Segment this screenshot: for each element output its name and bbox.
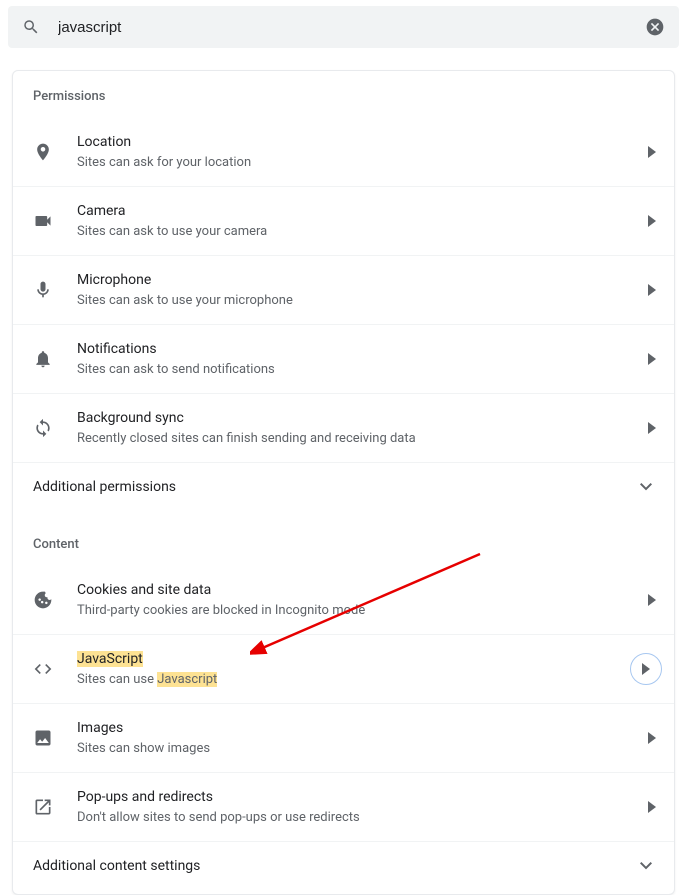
- settings-card: Permissions Location Sites can ask for y…: [12, 70, 675, 895]
- row-subtitle: Recently closed sites can finish sending…: [77, 430, 648, 448]
- row-title: Cookies and site data: [77, 580, 648, 600]
- chevron-down-icon: [640, 862, 652, 870]
- chevron-right-icon: [648, 732, 656, 744]
- row-text: Location Sites can ask for your location: [77, 132, 648, 172]
- highlight: JavaScript: [77, 651, 143, 667]
- chevron-right-icon: [648, 146, 656, 158]
- expander-label: Additional content settings: [33, 858, 200, 874]
- search-input[interactable]: [58, 19, 645, 36]
- row-title: Location: [77, 132, 648, 152]
- row-title: Camera: [77, 201, 648, 221]
- setting-row-notifications[interactable]: Notifications Sites can ask to send noti…: [13, 324, 674, 393]
- location-icon: [33, 142, 53, 162]
- row-subtitle: Third-party cookies are blocked in Incog…: [77, 602, 648, 620]
- row-subtitle: Don't allow sites to send pop-ups or use…: [77, 809, 648, 827]
- row-text: Images Sites can show images: [77, 718, 648, 758]
- row-subtitle: Sites can ask to use your microphone: [77, 292, 648, 310]
- setting-row-camera[interactable]: Camera Sites can ask to use your camera: [13, 186, 674, 255]
- row-text: Notifications Sites can ask to send noti…: [77, 339, 648, 379]
- row-text: JavaScript Sites can use Javascript: [77, 649, 630, 689]
- setting-row-javascript[interactable]: JavaScript Sites can use Javascript: [13, 634, 674, 703]
- row-subtitle: Sites can ask to send notifications: [77, 361, 648, 379]
- sync-icon: [33, 418, 53, 438]
- chevron-right-icon: [648, 353, 656, 365]
- row-title: Notifications: [77, 339, 648, 359]
- chevron-right-icon: [648, 801, 656, 813]
- image-icon: [33, 728, 53, 748]
- clear-search-button[interactable]: [645, 17, 665, 37]
- row-subtitle: Sites can use Javascript: [77, 671, 630, 689]
- row-text: Background sync Recently closed sites ca…: [77, 408, 648, 448]
- setting-row-popups[interactable]: Pop-ups and redirects Don't allow sites …: [13, 772, 674, 841]
- row-subtitle: Sites can ask for your location: [77, 154, 648, 172]
- row-title: JavaScript: [77, 649, 630, 669]
- setting-row-cookies[interactable]: Cookies and site data Third-party cookie…: [13, 566, 674, 634]
- chevron-down-icon: [640, 483, 652, 491]
- notifications-icon: [33, 349, 53, 369]
- highlight: Javascript: [157, 672, 217, 687]
- annotation-circle: [630, 653, 662, 685]
- row-title: Microphone: [77, 270, 648, 290]
- camera-icon: [33, 211, 53, 231]
- row-text: Cookies and site data Third-party cookie…: [77, 580, 648, 620]
- setting-row-microphone[interactable]: Microphone Sites can ask to use your mic…: [13, 255, 674, 324]
- search-bar[interactable]: [8, 6, 679, 48]
- row-text: Pop-ups and redirects Don't allow sites …: [77, 787, 648, 827]
- content-heading: Content: [13, 511, 674, 566]
- row-subtitle: Sites can show images: [77, 740, 648, 758]
- setting-row-location[interactable]: Location Sites can ask for your location: [13, 118, 674, 186]
- row-title: Background sync: [77, 408, 648, 428]
- code-icon: [33, 659, 53, 679]
- microphone-icon: [33, 280, 53, 300]
- chevron-right-icon: [648, 422, 656, 434]
- permissions-heading: Permissions: [13, 71, 674, 118]
- additional-content-expander[interactable]: Additional content settings: [13, 841, 674, 890]
- row-title: Images: [77, 718, 648, 738]
- popup-icon: [33, 797, 53, 817]
- expander-label: Additional permissions: [33, 479, 176, 495]
- chevron-right-icon: [648, 284, 656, 296]
- chevron-right-icon: [648, 215, 656, 227]
- row-text: Camera Sites can ask to use your camera: [77, 201, 648, 241]
- chevron-right-icon: [642, 663, 650, 675]
- search-icon: [22, 18, 40, 36]
- row-title: Pop-ups and redirects: [77, 787, 648, 807]
- chevron-right-icon: [648, 594, 656, 606]
- row-subtitle: Sites can ask to use your camera: [77, 223, 648, 241]
- cookie-icon: [33, 590, 53, 610]
- setting-row-images[interactable]: Images Sites can show images: [13, 703, 674, 772]
- row-text: Microphone Sites can ask to use your mic…: [77, 270, 648, 310]
- additional-permissions-expander[interactable]: Additional permissions: [13, 462, 674, 511]
- setting-row-background-sync[interactable]: Background sync Recently closed sites ca…: [13, 393, 674, 462]
